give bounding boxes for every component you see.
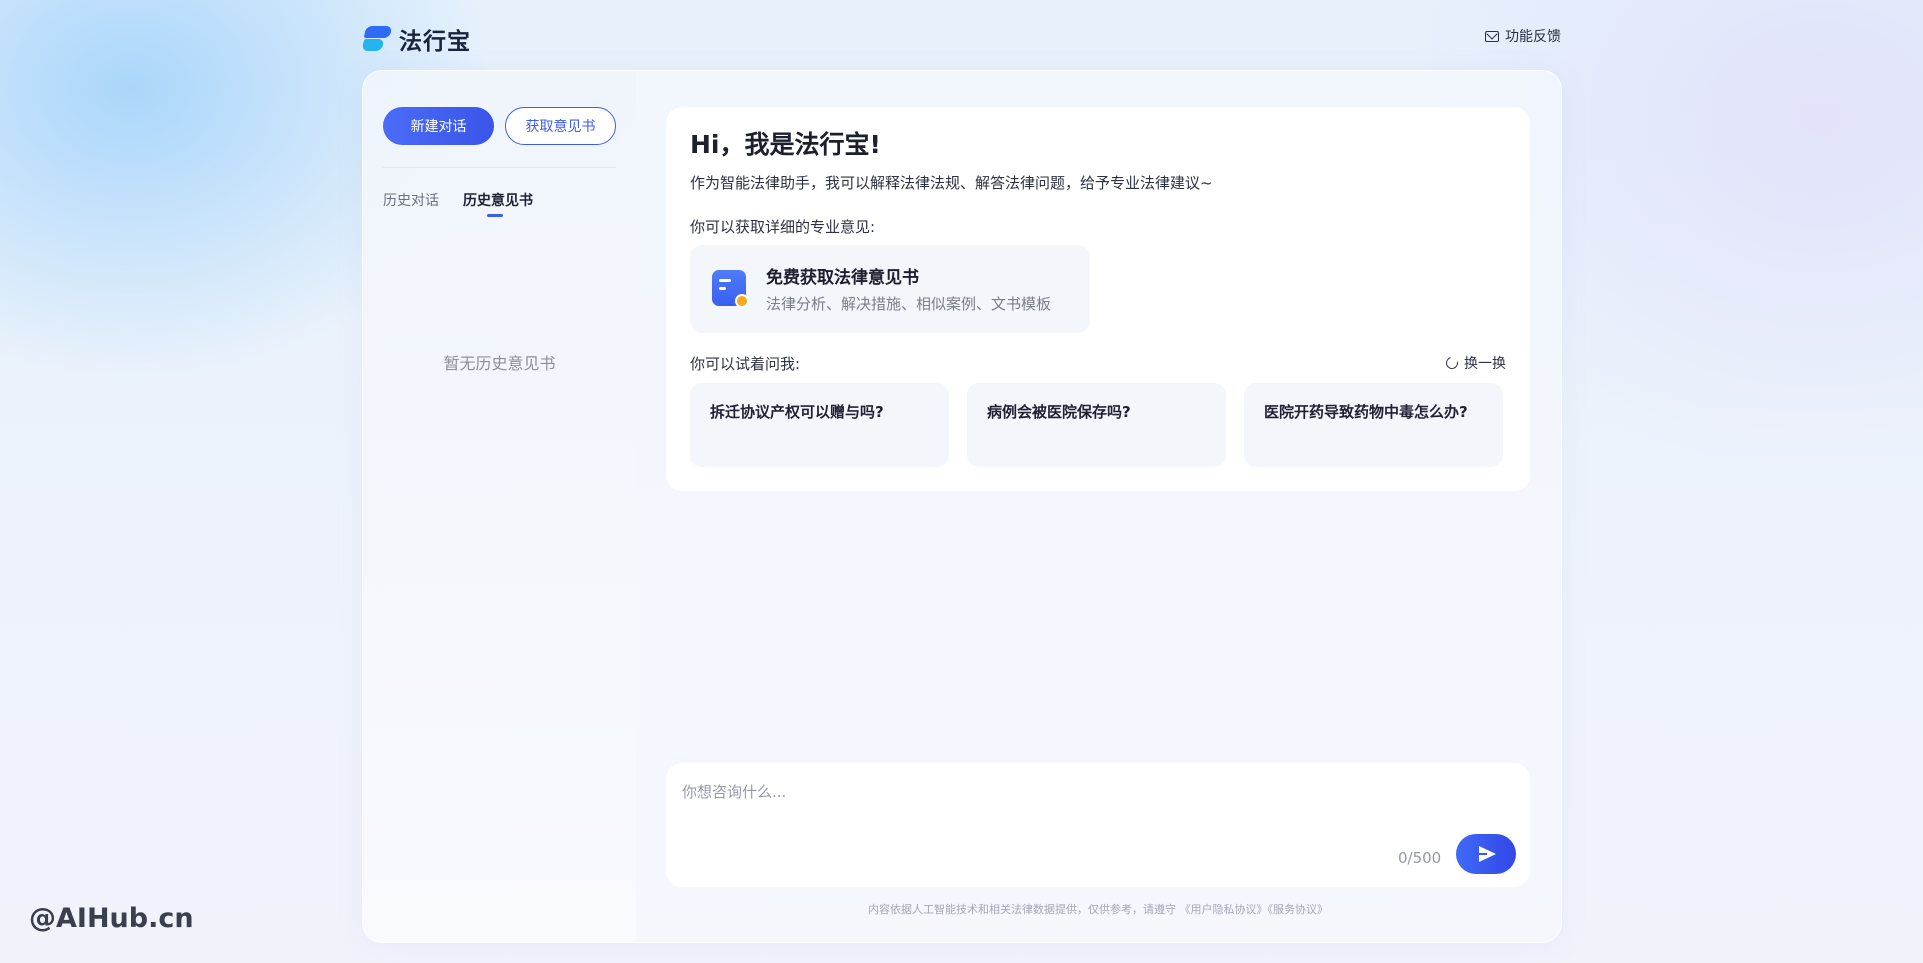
feedback-label: 功能反馈	[1505, 29, 1561, 45]
logo-mark-icon	[361, 25, 393, 53]
welcome-title: Hi，我是法行宝!	[690, 130, 881, 159]
get-opinion-label: 你可以获取详细的专业意见:	[690, 218, 876, 236]
tab-history-opinions[interactable]: 历史意见书	[463, 190, 533, 210]
sidebar: 新建对话 获取意见书 历史对话 历史意见书 暂无历史意见书	[363, 71, 636, 942]
welcome-card: Hi，我是法行宝! 作为智能法律助手，我可以解释法律法规、解答法律问题，给予专业…	[666, 107, 1530, 491]
document-search-icon	[712, 270, 749, 308]
suggested-question-card[interactable]: 拆迁协议产权可以赠与吗?	[690, 383, 949, 467]
refresh-questions-button[interactable]: 换一换	[1443, 353, 1506, 373]
active-tab-indicator	[487, 214, 503, 217]
chat-main: Hi，我是法行宝! 作为智能法律助手，我可以解释法律法规、解答法律问题，给予专业…	[636, 71, 1561, 942]
watermark-text: @AIHub.cn	[29, 903, 194, 934]
feedback-link[interactable]: 功能反馈	[1485, 26, 1561, 46]
get-opinion-button[interactable]: 获取意见书	[505, 107, 616, 145]
suggested-question-text: 医院开药导致药物中毒怎么办?	[1264, 403, 1468, 421]
logo-text: 法行宝	[399, 29, 471, 55]
opinion-card-subtitle: 法律分析、解决措施、相似案例、文书模板	[766, 295, 1052, 313]
app-panel: 新建对话 获取意见书 历史对话 历史意见书 暂无历史意见书 Hi，我是法行宝! …	[362, 70, 1562, 943]
suggested-question-card[interactable]: 病例会被医院保存吗?	[967, 383, 1226, 467]
chat-input-box: 0/500	[666, 763, 1530, 887]
suggested-question-text: 病例会被医院保存吗?	[987, 403, 1131, 421]
refresh-icon	[1443, 354, 1461, 372]
opinion-card-title: 免费获取法律意见书	[766, 268, 919, 288]
free-opinion-card[interactable]: 免费获取法律意见书 法律分析、解决措施、相似案例、文书模板	[690, 245, 1090, 333]
app-logo[interactable]: 法行宝	[361, 22, 471, 56]
chat-input[interactable]	[680, 779, 1380, 839]
sidebar-divider	[383, 167, 616, 168]
suggested-question-card[interactable]: 医院开药导致药物中毒怎么办?	[1244, 383, 1503, 467]
send-icon	[1479, 846, 1496, 862]
welcome-intro: 作为智能法律助手，我可以解释法律法规、解答法律问题，给予专业法律建议~	[690, 174, 1213, 192]
send-button[interactable]	[1456, 834, 1516, 874]
tab-history-chats[interactable]: 历史对话	[383, 190, 439, 210]
suggested-question-text: 拆迁协议产权可以赠与吗?	[710, 403, 884, 421]
new-chat-button[interactable]: 新建对话	[383, 107, 494, 145]
try-asking-label: 你可以试着问我:	[690, 355, 801, 373]
mail-icon	[1485, 30, 1499, 42]
char-counter: 0/500	[1398, 849, 1442, 867]
disclaimer-text: 内容依据人工智能技术和相关法律数据提供，仅供参考，请遵守 《用户隐私协议》《服务…	[868, 903, 1328, 916]
refresh-label: 换一换	[1464, 356, 1506, 372]
empty-history-text: 暂无历史意见书	[443, 354, 556, 373]
